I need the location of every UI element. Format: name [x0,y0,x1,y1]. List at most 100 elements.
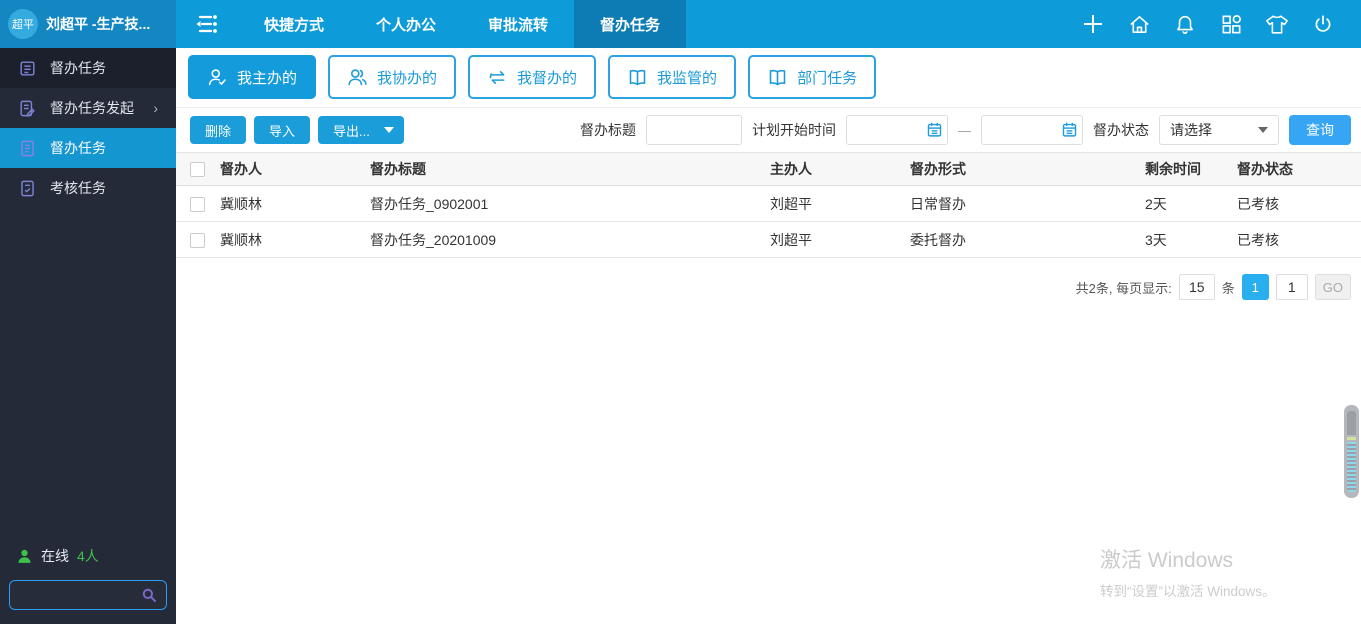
export-label: 导出... [333,123,370,139]
scrollbar-marker-green [1347,437,1356,440]
cell-title[interactable]: 督办任务_20201009 [370,221,770,258]
col-title: 督办标题 [370,152,770,186]
sidebar-item-label: 督办任务 [50,60,106,76]
task-board-icon [18,59,37,78]
delete-button[interactable]: 删除 [190,116,247,144]
windows-activation-watermark: 激活 Windows 转到“设置”以激活 Windows。 [1100,544,1276,600]
title-filter-input[interactable] [646,115,742,145]
cell-remaining: 2天 [1145,185,1237,222]
power-icon[interactable] [1311,12,1335,36]
filter-label: 部门任务 [797,69,858,87]
task-list-icon [18,139,37,158]
filter-my-monitored[interactable]: 我监管的 [608,55,737,99]
cell-owner: 刘超平 [770,185,910,222]
filter-label: 我督办的 [517,69,578,87]
go-button[interactable]: GO [1314,274,1351,300]
cell-status: 已考核 [1237,185,1361,222]
table-row[interactable]: 冀顺林 督办任务_20201009 刘超平 委托督办 3天 已考核 [176,221,1361,258]
cell-form: 日常督办 [910,185,1145,222]
bell-icon[interactable] [1173,12,1197,36]
scrollbar-stripes [1347,442,1356,492]
topbar-actions [1081,0,1361,48]
date-range-separator: — [958,122,971,138]
select-all-checkbox[interactable] [190,162,205,178]
watermark-title: 激活 Windows [1100,549,1234,572]
menu-collapse-icon[interactable] [176,0,238,48]
filter-department-tasks[interactable]: 部门任务 [748,55,877,99]
cell-status: 已考核 [1237,221,1361,258]
main-content: 我主办的 我协办的 我督办的 我监管的 部门任务 删除 导入 导出... 督办标… [176,48,1361,624]
col-remaining: 剩余时间 [1145,152,1237,186]
query-button[interactable]: 查询 [1289,115,1351,145]
search-filters: 督办标题 计划开始时间 — 督办状态 请选择 查询 [580,115,1351,145]
scrollbar-widget[interactable] [1344,405,1359,498]
tab-shortcuts[interactable]: 快捷方式 [238,0,350,48]
search-icon[interactable] [140,586,158,604]
scope-filter-tabs: 我主办的 我协办的 我督办的 我监管的 部门任务 [176,48,1361,108]
col-form: 督办形式 [910,152,1145,186]
cell-supervisor: 冀顺林 [220,221,370,258]
filter-my-assisted[interactable]: 我协办的 [328,55,457,99]
task-table: 督办人 督办标题 主办人 督办形式 剩余时间 督办状态 冀顺林 督办任务_090… [176,152,1361,258]
sidebar-search [9,580,167,610]
row-checkbox[interactable] [190,232,205,248]
filter-label: 我监管的 [657,69,718,87]
calendar-icon[interactable] [1061,121,1078,138]
pagination-summary: 共2条, 每页显示: [1075,280,1172,296]
filter-label: 我协办的 [377,69,438,87]
export-button[interactable]: 导出... [318,116,404,144]
plus-icon[interactable] [1081,12,1105,36]
sidebar-item-label: 督办任务 [50,140,106,156]
status-select[interactable]: 请选择 [1159,115,1279,145]
table-header-row: 督办人 督办标题 主办人 督办形式 剩余时间 督办状态 [176,152,1361,186]
cell-supervisor: 冀顺林 [220,185,370,222]
sidebar-item-label: 督办任务发起 [50,100,134,116]
table-toolbar: 删除 导入 导出... 督办标题 计划开始时间 — 督办状态 请选择 查询 [176,108,1361,152]
online-count: 4人 [77,548,99,564]
page-size-input[interactable] [1178,274,1215,300]
date-from-field [846,115,948,145]
apps-icon[interactable] [1219,12,1243,36]
date-to-field [981,115,1083,145]
tab-personal-office[interactable]: 个人办公 [350,0,462,48]
import-button[interactable]: 导入 [254,116,311,144]
user-name: 刘超平 -生产技... [46,16,151,32]
home-icon[interactable] [1127,12,1151,36]
sidebar-item-assessment-task[interactable]: 考核任务 [0,168,176,208]
page-size-unit: 条 [1221,280,1235,296]
calendar-icon[interactable] [926,121,943,138]
assessment-icon [18,179,37,198]
page-jump-input[interactable] [1275,274,1308,300]
current-page-button[interactable]: 1 [1241,274,1269,300]
sidebar-item-supervision-task-group[interactable]: 督办任务 [0,48,176,88]
date-filter-label: 计划开始时间 [752,122,836,138]
status-filter-label: 督办状态 [1093,122,1149,138]
col-supervisor: 督办人 [220,152,370,186]
person-icon [16,548,33,565]
avatar[interactable]: 超平 [8,9,38,39]
tshirt-icon[interactable] [1265,12,1289,36]
table-row[interactable]: 冀顺林 督办任务_0902001 刘超平 日常督办 2天 已考核 [176,185,1361,222]
task-initiate-icon [18,99,37,118]
tab-supervision-tasks[interactable]: 督办任务 [574,0,687,48]
cell-form: 委托督办 [910,221,1145,258]
watermark-subtitle: 转到“设置”以激活 Windows。 [1100,584,1276,599]
online-status: 在线 4人 [0,546,176,566]
title-filter-label: 督办标题 [580,122,636,138]
cell-title[interactable]: 督办任务_0902001 [370,185,770,222]
filter-my-supervised[interactable]: 我督办的 [468,55,597,99]
filter-my-hosted[interactable]: 我主办的 [188,55,317,99]
sidebar-footer: 在线 4人 [0,546,176,610]
row-checkbox[interactable] [190,196,205,212]
chevron-right-icon: › [153,100,158,116]
user-segment[interactable]: 超平 刘超平 -生产技... [0,0,176,48]
cell-remaining: 3天 [1145,221,1237,258]
tab-approval-flow[interactable]: 审批流转 [462,0,574,48]
topbar: 超平 刘超平 -生产技... 快捷方式 个人办公 审批流转 督办任务 [0,0,1361,48]
sidebar-item-supervision-task[interactable]: 督办任务 [0,128,176,168]
sidebar-item-task-initiate[interactable]: 督办任务发起 › [0,88,176,128]
online-label: 在线 [41,548,69,564]
filter-label: 我主办的 [237,69,298,87]
status-select-value: 请选择 [1170,122,1212,138]
main-nav: 快捷方式 个人办公 审批流转 督办任务 [238,0,687,48]
